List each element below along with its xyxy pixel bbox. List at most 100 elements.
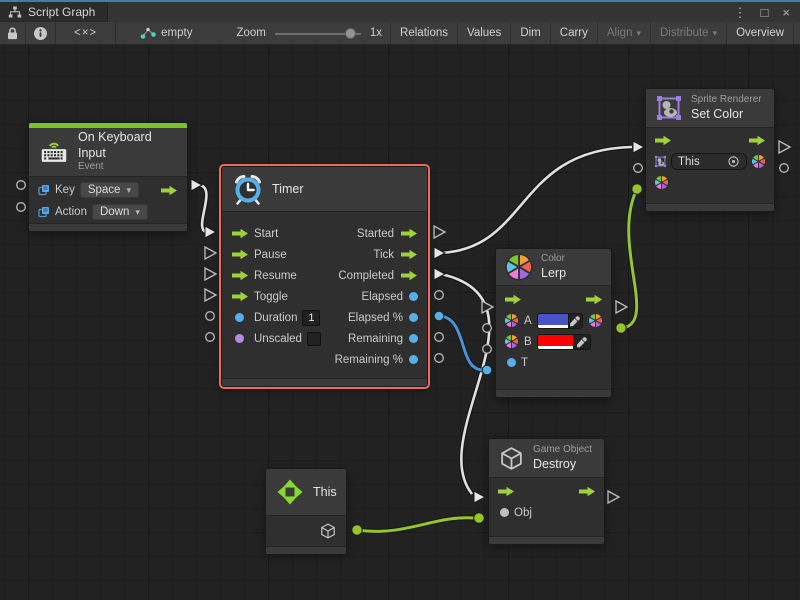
graph-canvas[interactable]: On Keyboard Input Event Key Space ▾ [0, 45, 800, 600]
object-port[interactable] [500, 508, 509, 517]
distribute-button[interactable]: Distribute▾ [650, 22, 726, 44]
value-port[interactable] [409, 292, 418, 301]
node-title: Destroy [533, 457, 592, 473]
tab-title: Script Graph [28, 5, 95, 19]
dim-button[interactable]: Dim [510, 22, 549, 44]
node-footer [266, 546, 346, 554]
fullscreen-button[interactable]: Full Screen [793, 22, 800, 44]
graph-empty-icon [140, 26, 156, 40]
zoom-value: 1x [370, 27, 382, 39]
node-title: Lerp [541, 266, 566, 282]
value-port[interactable] [235, 313, 244, 322]
node-destroy[interactable]: Game Object Destroy Obj [488, 438, 605, 545]
lock-icon [7, 27, 18, 40]
zoom-control: Zoom 1x [228, 22, 390, 44]
port-label: Remaining [348, 333, 403, 345]
node-footer [29, 223, 187, 231]
key-dropdown[interactable]: Space ▾ [80, 182, 139, 198]
node-color-lerp[interactable]: Color Lerp A B [495, 248, 612, 398]
node-on-keyboard-input[interactable]: On Keyboard Input Event Key Space ▾ [28, 122, 188, 232]
value-port[interactable] [409, 313, 418, 322]
port-label: Obj [514, 507, 532, 519]
flow-output-port[interactable] [400, 270, 418, 281]
flow-input-port[interactable] [231, 249, 249, 260]
node-title: On Keyboard Input [78, 130, 178, 161]
node-set-color[interactable]: Sprite Renderer Set Color This [645, 88, 775, 212]
info-button[interactable] [26, 22, 56, 44]
titlebar: Script Graph ⋮ □ × [0, 2, 800, 22]
eyedropper-icon[interactable] [573, 335, 590, 349]
color-output-port[interactable] [751, 154, 766, 169]
port-label: Elapsed % [348, 312, 403, 324]
tab-script-graph[interactable]: Script Graph [0, 2, 108, 22]
flow-output-port[interactable] [400, 249, 418, 260]
align-button[interactable]: Align▾ [597, 22, 650, 44]
zoom-slider-handle[interactable] [345, 28, 356, 39]
unscaled-checkbox[interactable] [307, 332, 321, 346]
key-port-label: Key [55, 184, 75, 196]
more-icon[interactable]: ⋮ [734, 6, 747, 19]
action-dropdown[interactable]: Down ▾ [92, 204, 148, 220]
eyedropper-icon[interactable] [568, 314, 582, 328]
port-label: Completed [338, 270, 394, 282]
port-label: Start [254, 228, 278, 240]
color-output-port[interactable] [588, 313, 603, 328]
color-input-port[interactable] [654, 175, 669, 190]
flow-input-port[interactable] [231, 270, 249, 281]
zoom-to-fit-button[interactable]: <×> [56, 22, 116, 44]
relations-button[interactable]: Relations [390, 22, 457, 44]
port-label: Pause [254, 249, 287, 261]
value-port[interactable] [507, 358, 516, 367]
game-object-output-port[interactable] [319, 522, 337, 540]
overview-button[interactable]: Overview [726, 22, 793, 44]
node-footer [222, 378, 427, 386]
node-this[interactable]: This [265, 468, 347, 553]
flow-output-port[interactable] [748, 135, 766, 146]
sprite-renderer-mini-icon [654, 155, 667, 168]
flow-output-port[interactable] [585, 294, 603, 305]
node-category: Game Object [533, 444, 592, 457]
flow-input-port[interactable] [504, 294, 522, 305]
port-label: Tick [373, 249, 394, 261]
lock-button[interactable] [0, 22, 26, 44]
port-label: Started [357, 228, 394, 240]
node-footer [646, 203, 774, 211]
port-label: T [521, 357, 528, 369]
color-a-field[interactable] [537, 313, 583, 329]
color-port-icon[interactable] [504, 313, 519, 328]
flow-output-port[interactable] [400, 228, 418, 239]
color-port-icon[interactable] [504, 334, 519, 349]
target-object-field[interactable]: This [671, 153, 747, 170]
zoom-slider[interactable] [275, 22, 361, 44]
value-port[interactable] [409, 334, 418, 343]
node-title: Timer [272, 182, 303, 196]
sprite-renderer-icon [655, 94, 683, 122]
port-label: Resume [254, 270, 297, 282]
chevron-down-icon: ▾ [636, 29, 641, 38]
color-b-field[interactable] [537, 334, 591, 350]
flow-input-port[interactable] [231, 228, 249, 239]
toolbar-right-group: Relations Values Dim Carry Align▾ Distri… [390, 22, 800, 44]
port-label: Toggle [254, 291, 288, 303]
chevron-down-icon: ▾ [126, 186, 131, 195]
flow-input-port[interactable] [231, 291, 249, 302]
node-title: Set Color [691, 107, 762, 123]
flow-output-port[interactable] [578, 486, 596, 497]
carry-button[interactable]: Carry [550, 22, 597, 44]
duration-input[interactable]: 1 [302, 310, 320, 326]
object-picker-icon[interactable] [727, 155, 740, 168]
window-controls: ⋮ □ × [734, 2, 800, 22]
chevron-down-icon: ▾ [135, 208, 140, 217]
bool-port[interactable] [235, 334, 244, 343]
node-timer[interactable]: Timer Start Started Pause Tick Resume Co… [221, 166, 428, 387]
flow-input-port[interactable] [654, 135, 672, 146]
maximize-icon[interactable]: □ [761, 6, 769, 19]
port-label: Duration [254, 312, 297, 324]
close-icon[interactable]: × [782, 6, 790, 19]
value-port[interactable] [409, 355, 418, 364]
flow-output-port[interactable] [160, 185, 178, 196]
port-label: B [524, 336, 532, 348]
node-footer [489, 536, 604, 544]
flow-input-port[interactable] [497, 486, 515, 497]
values-button[interactable]: Values [457, 22, 510, 44]
